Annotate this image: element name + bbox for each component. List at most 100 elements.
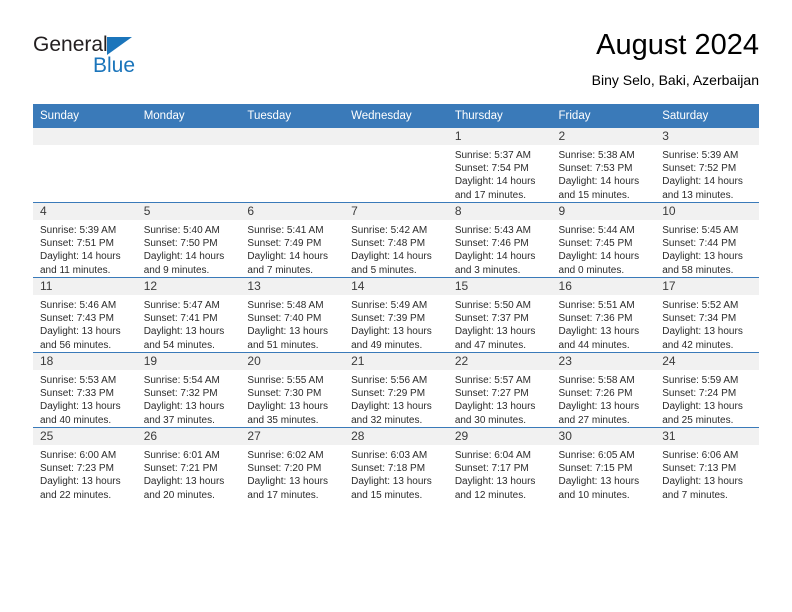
calendar-day-cell[interactable]: 5 Sunrise: 5:40 AM Sunset: 7:50 PM Daylight… xyxy=(136,202,241,278)
day-number: 25 xyxy=(33,428,137,445)
calendar-week-row: 25 Sunrise: 6:00 AM Sunset: 7:23 PM Dayligh… xyxy=(33,427,759,502)
calendar-day-cell[interactable]: 21 Sunrise: 5:56 AM Sunset: 7:29 PM Dayligh… xyxy=(344,352,448,428)
daylight-text: Daylight: 14 hours and 9 minutes. xyxy=(143,251,225,276)
sunset-text: Sunset: 7:26 PM xyxy=(558,388,633,400)
calendar-day-cell[interactable]: 31 Sunrise: 6:06 AM Sunset: 7:13 PM Dayligh… xyxy=(655,427,759,502)
day-number: 22 xyxy=(447,353,552,370)
calendar-day-cell[interactable]: 8 Sunrise: 5:43 AM Sunset: 7:46 PM Daylight… xyxy=(447,202,552,278)
calendar-day-cell[interactable]: 26 Sunrise: 6:01 AM Sunset: 7:21 PM Dayligh… xyxy=(136,427,241,502)
title-block: August 2024 Biny Selo, Baki, Azerbaijan xyxy=(592,28,759,90)
calendar-day-cell-empty xyxy=(33,128,137,203)
day-number: 10 xyxy=(655,203,759,220)
day-details: Sunrise: 5:53 AM Sunset: 7:33 PM Daylight:… xyxy=(33,370,137,427)
sunrise-text: Sunrise: 5:48 AM xyxy=(247,300,324,311)
day-details: Sunrise: 5:43 AM Sunset: 7:46 PM Daylight:… xyxy=(448,220,552,277)
calendar-day-cell[interactable]: 20 Sunrise: 5:55 AM Sunset: 7:30 PM Dayligh… xyxy=(240,352,345,428)
calendar-day-cell[interactable]: 29 Sunrise: 6:04 AM Sunset: 7:17 PM Dayligh… xyxy=(447,427,552,502)
sunrise-text: Sunrise: 5:39 AM xyxy=(662,150,739,161)
daylight-text: Daylight: 13 hours and 35 minutes. xyxy=(247,401,329,426)
daylight-text: Daylight: 13 hours and 20 minutes. xyxy=(143,476,225,501)
daylight-text: Daylight: 14 hours and 3 minutes. xyxy=(454,251,536,276)
day-number: 13 xyxy=(240,278,345,295)
calendar-day-cell[interactable]: 14 Sunrise: 5:49 AM Sunset: 7:39 PM Dayligh… xyxy=(344,277,448,353)
logo-text-general: General xyxy=(33,33,108,56)
calendar-page: General Blue August 2024 Biny Selo, Baki… xyxy=(0,0,792,612)
daylight-text: Daylight: 13 hours and 27 minutes. xyxy=(558,401,640,426)
sunrise-text: Sunrise: 5:55 AM xyxy=(247,375,324,386)
calendar-day-cell[interactable]: 19 Sunrise: 5:54 AM Sunset: 7:32 PM Dayligh… xyxy=(136,352,241,428)
calendar-day-cell[interactable]: 10 Sunrise: 5:45 AM Sunset: 7:44 PM Dayligh… xyxy=(655,202,759,278)
day-number: 29 xyxy=(447,428,552,445)
day-details: Sunrise: 5:38 AM Sunset: 7:53 PM Daylight:… xyxy=(552,145,656,202)
day-details: Sunrise: 5:59 AM Sunset: 7:24 PM Daylight:… xyxy=(655,370,759,427)
sunset-text: Sunset: 7:23 PM xyxy=(40,463,114,475)
day-details: Sunrise: 5:49 AM Sunset: 7:39 PM Daylight:… xyxy=(344,295,448,352)
sunset-text: Sunset: 7:21 PM xyxy=(143,463,218,475)
sunset-text: Sunset: 7:52 PM xyxy=(662,163,737,175)
calendar-day-cell[interactable]: 13 Sunrise: 5:48 AM Sunset: 7:40 PM Dayligh… xyxy=(240,277,345,353)
calendar-day-cell[interactable]: 23 Sunrise: 5:58 AM Sunset: 7:26 PM Dayligh… xyxy=(551,352,656,428)
sunrise-text: Sunrise: 5:41 AM xyxy=(247,225,324,236)
calendar-day-cell[interactable]: 27 Sunrise: 6:02 AM Sunset: 7:20 PM Dayligh… xyxy=(240,427,345,502)
calendar-day-cell[interactable]: 9 Sunrise: 5:44 AM Sunset: 7:45 PM Daylight… xyxy=(551,202,656,278)
day-number: 15 xyxy=(447,278,552,295)
calendar-day-cell[interactable]: 22 Sunrise: 5:57 AM Sunset: 7:27 PM Dayligh… xyxy=(447,352,552,428)
weekday-header-tuesday: Tuesday xyxy=(240,104,345,128)
day-details: Sunrise: 5:45 AM Sunset: 7:44 PM Daylight:… xyxy=(655,220,759,277)
calendar-day-cell[interactable]: 16 Sunrise: 5:51 AM Sunset: 7:36 PM Dayligh… xyxy=(551,277,656,353)
sunset-text: Sunset: 7:29 PM xyxy=(351,388,426,400)
daylight-text: Daylight: 14 hours and 5 minutes. xyxy=(351,251,432,276)
calendar-day-cell[interactable]: 11 Sunrise: 5:46 AM Sunset: 7:43 PM Dayligh… xyxy=(33,277,137,353)
day-number: 4 xyxy=(33,203,137,220)
day-details: Sunrise: 5:47 AM Sunset: 7:41 PM Daylight:… xyxy=(137,295,241,352)
sunrise-text: Sunrise: 5:59 AM xyxy=(662,375,739,386)
day-number: 30 xyxy=(551,428,656,445)
sunrise-text: Sunrise: 6:05 AM xyxy=(558,450,635,461)
weekday-header-thursday: Thursday xyxy=(447,104,552,128)
daylight-text: Daylight: 14 hours and 0 minutes. xyxy=(558,251,640,276)
calendar-day-cell[interactable]: 28 Sunrise: 6:03 AM Sunset: 7:18 PM Dayligh… xyxy=(344,427,448,502)
sunset-text: Sunset: 7:49 PM xyxy=(247,238,322,250)
weekday-header-sunday: Sunday xyxy=(33,104,137,128)
day-number: 8 xyxy=(447,203,552,220)
daylight-text: Daylight: 13 hours and 40 minutes. xyxy=(40,401,121,426)
sunset-text: Sunset: 7:50 PM xyxy=(143,238,218,250)
calendar-day-cell[interactable]: 1 Sunrise: 5:37 AM Sunset: 7:54 PM Daylight… xyxy=(447,128,552,203)
daylight-text: Daylight: 13 hours and 44 minutes. xyxy=(558,326,640,351)
daylight-text: Daylight: 14 hours and 15 minutes. xyxy=(558,176,640,201)
sunset-text: Sunset: 7:24 PM xyxy=(662,388,737,400)
sunrise-text: Sunrise: 5:44 AM xyxy=(558,225,635,236)
generalblue-logo[interactable]: General Blue xyxy=(33,34,213,84)
day-details: Sunrise: 6:05 AM Sunset: 7:15 PM Daylight:… xyxy=(552,445,656,502)
calendar-day-cell[interactable]: 12 Sunrise: 5:47 AM Sunset: 7:41 PM Dayligh… xyxy=(136,277,241,353)
sunset-text: Sunset: 7:37 PM xyxy=(454,313,529,325)
sunset-text: Sunset: 7:46 PM xyxy=(454,238,529,250)
calendar-day-cell[interactable]: 2 Sunrise: 5:38 AM Sunset: 7:53 PM Daylight… xyxy=(551,128,656,203)
calendar-day-cell[interactable]: 25 Sunrise: 6:00 AM Sunset: 7:23 PM Dayligh… xyxy=(33,427,137,502)
day-number: 9 xyxy=(551,203,656,220)
sunset-text: Sunset: 7:18 PM xyxy=(351,463,426,475)
daylight-text: Daylight: 13 hours and 22 minutes. xyxy=(40,476,121,501)
sunrise-text: Sunrise: 5:39 AM xyxy=(40,225,117,236)
calendar-day-cell[interactable]: 15 Sunrise: 5:50 AM Sunset: 7:37 PM Dayligh… xyxy=(447,277,552,353)
weekday-header-monday: Monday xyxy=(136,104,241,128)
day-details: Sunrise: 5:46 AM Sunset: 7:43 PM Daylight:… xyxy=(33,295,137,352)
calendar-day-cell[interactable]: 17 Sunrise: 5:52 AM Sunset: 7:34 PM Dayligh… xyxy=(655,277,759,353)
daylight-text: Daylight: 13 hours and 47 minutes. xyxy=(454,326,536,351)
daylight-text: Daylight: 13 hours and 30 minutes. xyxy=(454,401,536,426)
day-number: 28 xyxy=(344,428,448,445)
sunrise-text: Sunrise: 6:00 AM xyxy=(40,450,117,461)
calendar-day-cell[interactable]: 18 Sunrise: 5:53 AM Sunset: 7:33 PM Dayligh… xyxy=(33,352,137,428)
sunrise-text: Sunrise: 5:53 AM xyxy=(40,375,117,386)
day-number: 1 xyxy=(447,128,552,145)
daylight-text: Daylight: 14 hours and 7 minutes. xyxy=(247,251,329,276)
calendar-day-cell[interactable]: 3 Sunrise: 5:39 AM Sunset: 7:52 PM Daylight… xyxy=(655,128,759,203)
weekday-header-friday: Friday xyxy=(551,104,656,128)
calendar-day-cell[interactable]: 7 Sunrise: 5:42 AM Sunset: 7:48 PM Daylight… xyxy=(344,202,448,278)
calendar-day-cell[interactable]: 4 Sunrise: 5:39 AM Sunset: 7:51 PM Daylight… xyxy=(33,202,137,278)
calendar-day-cell[interactable]: 6 Sunrise: 5:41 AM Sunset: 7:49 PM Daylight… xyxy=(240,202,345,278)
sunrise-text: Sunrise: 6:01 AM xyxy=(143,450,220,461)
calendar-day-cell[interactable]: 30 Sunrise: 6:05 AM Sunset: 7:15 PM Dayligh… xyxy=(551,427,656,502)
sunrise-text: Sunrise: 6:02 AM xyxy=(247,450,324,461)
calendar-day-cell[interactable]: 24 Sunrise: 5:59 AM Sunset: 7:24 PM Dayligh… xyxy=(655,352,759,428)
